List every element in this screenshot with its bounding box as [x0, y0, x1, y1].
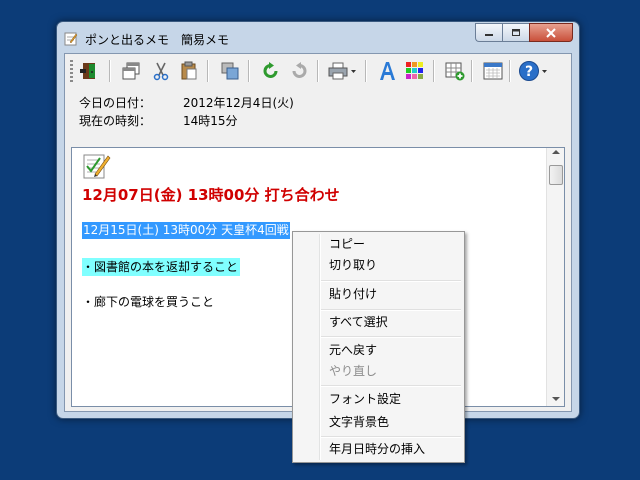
toolbar-separator	[509, 60, 510, 82]
memo-line-meeting: 12月07日(金) 13時00分 打ち合わせ	[82, 186, 340, 204]
date-label: 今日の日付：	[79, 96, 152, 110]
redo-button[interactable]	[287, 59, 311, 83]
menu-item-insert-datetime[interactable]: 年月日時分の挿入	[329, 439, 425, 459]
date-value: 2012年12月4日(火)	[183, 96, 294, 110]
font-button[interactable]	[375, 59, 399, 83]
exit-button[interactable]	[78, 59, 102, 83]
time-value: 14時15分	[183, 114, 238, 128]
toolbar-separator	[365, 60, 366, 82]
menu-item-copy[interactable]: コピー	[329, 234, 365, 254]
undo-button[interactable]	[259, 59, 283, 83]
maximize-icon	[512, 29, 520, 36]
restore-window-button[interactable]	[119, 59, 143, 83]
menu-separator	[321, 436, 461, 437]
copy-window-button[interactable]	[218, 59, 242, 83]
print-dropdown-icon	[328, 62, 356, 80]
paste-icon	[181, 61, 197, 80]
menu-separator	[321, 385, 461, 386]
maximize-button[interactable]	[502, 23, 529, 42]
toolbar-separator	[109, 60, 110, 82]
menu-item-undo[interactable]: 元へ戻す	[329, 340, 377, 360]
context-menu: コピー 切り取り 貼り付け すべて選択 元へ戻す やり直し フォント設定 文字背…	[292, 231, 465, 463]
undo-icon	[263, 62, 278, 78]
paste-button[interactable]	[177, 59, 201, 83]
toolbar-separator	[248, 60, 249, 82]
date-row: 今日の日付： 2012年12月4日(火)	[79, 94, 294, 112]
color-palette-button[interactable]	[403, 59, 427, 83]
memo-line-library: ・図書館の本を返却すること	[82, 258, 241, 276]
help-button[interactable]: ?	[517, 59, 551, 83]
toolbar-grip[interactable]	[70, 60, 73, 82]
menu-item-cut[interactable]: 切り取り	[329, 255, 377, 275]
vertical-scrollbar[interactable]	[546, 148, 564, 406]
scroll-up-icon[interactable]	[552, 150, 560, 154]
scroll-thumb[interactable]	[549, 165, 563, 185]
cut-button[interactable]	[149, 59, 173, 83]
title-bar[interactable]: ポンと出るメモ 簡易メモ	[57, 22, 579, 54]
help-dropdown-icon: ?	[519, 61, 547, 81]
window-restore-icon	[122, 62, 140, 80]
toolbar-separator	[433, 60, 434, 82]
window-title: ポンと出るメモ 簡易メモ	[85, 33, 230, 47]
toolbar: ?	[65, 54, 571, 88]
scroll-down-icon[interactable]	[552, 397, 560, 401]
insert-date-icon	[445, 62, 465, 81]
close-button[interactable]	[529, 23, 573, 42]
menu-separator	[321, 280, 461, 281]
insert-date-button[interactable]	[443, 59, 467, 83]
toolbar-separator	[207, 60, 208, 82]
memo-line-bulb: ・廊下の電球を買うこと	[82, 295, 215, 309]
exit-door-icon	[80, 63, 95, 79]
notepad-icon	[64, 32, 78, 46]
memo-pad-icon	[83, 154, 111, 179]
toolbar-separator	[317, 60, 318, 82]
menu-separator	[321, 336, 461, 337]
menu-item-paste[interactable]: 貼り付け	[329, 284, 377, 304]
toolbar-separator	[471, 60, 472, 82]
caption-buttons	[475, 23, 573, 42]
minimize-button[interactable]	[475, 23, 502, 42]
svg-text:?: ?	[525, 64, 533, 80]
menu-separator	[321, 309, 461, 310]
cut-icon	[153, 62, 169, 81]
minimize-icon	[485, 33, 493, 36]
print-button[interactable]	[327, 59, 359, 83]
date-time-info: 今日の日付： 2012年12月4日(火) 現在の時刻： 14時15分	[79, 94, 294, 130]
time-label: 現在の時刻：	[79, 114, 152, 128]
menu-item-background-color[interactable]: 文字背景色	[329, 412, 389, 432]
redo-icon	[292, 62, 307, 78]
close-icon	[546, 27, 556, 38]
menu-item-font[interactable]: フォント設定	[329, 389, 401, 409]
menu-item-redo: やり直し	[329, 364, 378, 378]
font-icon	[380, 62, 395, 80]
copy-window-icon	[221, 62, 239, 80]
memo-line-selected: 12月15日(土) 13時00分 天皇杯4回戦	[82, 222, 290, 239]
menu-item-select-all[interactable]: すべて選択	[329, 312, 388, 332]
calendar-icon	[483, 62, 503, 80]
time-row: 現在の時刻： 14時15分	[79, 112, 294, 130]
calendar-button[interactable]	[481, 59, 505, 83]
color-palette-icon	[406, 62, 423, 79]
